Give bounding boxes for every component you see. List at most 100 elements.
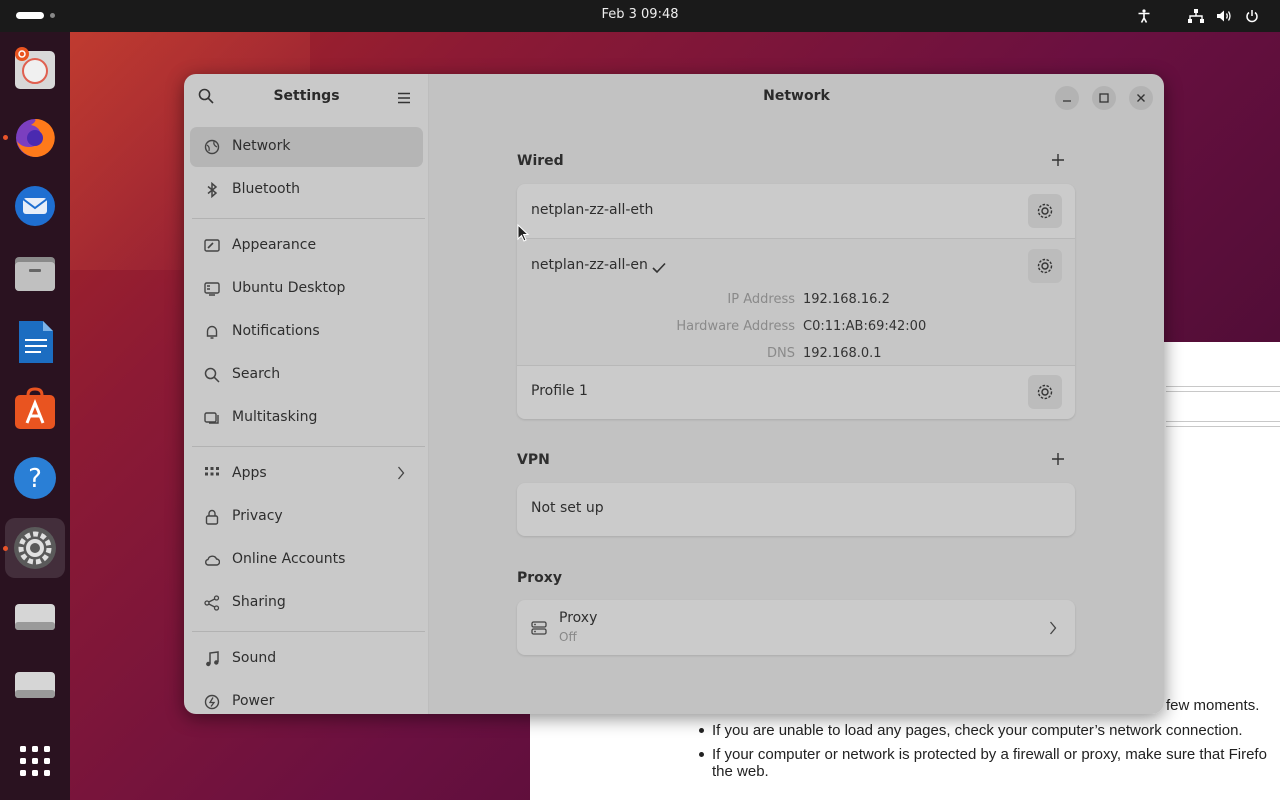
gear-icon [1037, 258, 1053, 274]
apps-grid-icon [20, 746, 50, 776]
dock-item-help[interactable]: ? [5, 447, 65, 507]
sidebar-item-online-accounts[interactable]: Online Accounts [190, 540, 423, 580]
dock-item-drive-2[interactable] [5, 654, 65, 714]
help-icon: ? [14, 457, 56, 499]
wired-connections-card: netplan-zz-all-eth netplan-zz-all-en IP … [517, 184, 1075, 419]
sidebar-item-network[interactable]: Network [190, 127, 423, 167]
sidebar-item-label: Online Accounts [232, 551, 346, 567]
desktop-icon [204, 281, 220, 297]
sidebar-item-power[interactable]: Power [190, 682, 423, 714]
sidebar-item-label: Search [232, 366, 281, 382]
dock-item-files[interactable] [5, 243, 65, 303]
running-indicator [3, 135, 8, 140]
proxy-row[interactable]: Proxy Off [517, 600, 1075, 655]
share-icon [204, 595, 220, 611]
sidebar-divider [192, 218, 425, 219]
hardware-address-label: Hardware Address [676, 319, 795, 334]
drive-icon [15, 672, 55, 698]
proxy-server-icon [531, 620, 547, 639]
browser-divider [1166, 421, 1280, 422]
sidebar-item-label: Power [232, 693, 275, 709]
sidebar-item-label: Privacy [232, 508, 283, 524]
proxy-status: Off [559, 630, 577, 644]
minimize-icon [1063, 100, 1071, 102]
sidebar-item-apps[interactable]: Apps [190, 454, 423, 494]
gear-icon [1037, 203, 1053, 219]
volume-icon[interactable] [1214, 6, 1234, 26]
sidebar-item-ubuntu-desktop[interactable]: Ubuntu Desktop [190, 269, 423, 309]
running-indicator [3, 546, 8, 551]
plus-icon [1052, 154, 1064, 166]
appearance-icon [204, 238, 220, 254]
gear-icon [1037, 384, 1053, 400]
dock: ? [0, 32, 70, 800]
connection-settings-button[interactable] [1028, 249, 1062, 283]
sidebar-item-label: Ubuntu Desktop [232, 280, 346, 296]
connection-row-eth[interactable]: netplan-zz-all-eth [517, 184, 1075, 238]
maximize-button[interactable] [1092, 86, 1116, 110]
thunderbird-icon [15, 186, 55, 226]
sidebar-header: Settings [184, 74, 429, 120]
search-icon [204, 367, 220, 383]
minimize-button[interactable] [1055, 86, 1079, 110]
writer-icon [19, 321, 53, 363]
sidebar-item-sharing[interactable]: Sharing [190, 583, 423, 623]
connection-settings-button[interactable] [1028, 375, 1062, 409]
clock[interactable]: Feb 3 09:48 [0, 7, 1280, 22]
bullet-dot [699, 728, 704, 733]
connection-settings-button[interactable] [1028, 194, 1062, 228]
connected-check-icon [652, 259, 666, 278]
sidebar-item-label: Bluetooth [232, 181, 300, 197]
dock-item-thunderbird[interactable] [5, 175, 65, 235]
browser-divider [1166, 391, 1280, 392]
sidebar-item-label: Apps [232, 465, 267, 481]
files-icon [15, 257, 55, 291]
installer-icon [15, 47, 55, 89]
browser-bullet-text: If you are unable to load any pages, che… [712, 722, 1243, 739]
network-icon [204, 139, 220, 155]
dock-item-writer[interactable] [5, 311, 65, 371]
sidebar-divider [192, 446, 425, 447]
close-button[interactable] [1129, 86, 1153, 110]
add-wired-button[interactable] [1049, 151, 1067, 169]
dock-item-installer[interactable] [5, 39, 65, 99]
bluetooth-icon [204, 182, 220, 198]
svg-text:?: ? [28, 464, 42, 494]
dock-item-drive-1[interactable] [5, 586, 65, 646]
settings-gear-icon [14, 527, 56, 569]
browser-bullet-text: the web. [712, 763, 769, 780]
bell-icon [204, 324, 220, 340]
network-panel: Network Wired netplan-zz-all-eth netplan… [429, 74, 1164, 714]
browser-bullet-text: If your computer or network is protected… [712, 746, 1267, 763]
accessibility-icon[interactable] [1134, 6, 1154, 26]
vpn-section-title: VPN [517, 452, 550, 468]
app-center-icon [15, 387, 55, 429]
settings-window: Settings Network Bluetooth Appearance Ub… [184, 74, 1164, 714]
settings-sidebar: Settings Network Bluetooth Appearance Ub… [184, 74, 429, 714]
sidebar-item-notifications[interactable]: Notifications [190, 312, 423, 352]
vpn-status: Not set up [531, 500, 604, 516]
lock-icon [204, 509, 220, 525]
dock-item-settings[interactable] [3, 518, 65, 578]
close-icon [1137, 94, 1145, 102]
dock-item-app-center[interactable] [5, 379, 65, 439]
maximize-icon [1099, 93, 1109, 103]
dns-label: DNS [767, 346, 795, 361]
power-menu-icon[interactable] [1242, 6, 1262, 26]
system-tray[interactable] [1126, 0, 1280, 32]
dns-value: 192.168.0.1 [803, 346, 882, 361]
network-wired-icon[interactable] [1186, 6, 1206, 26]
connection-row-profile[interactable]: Profile 1 [517, 366, 1075, 419]
sidebar-item-search[interactable]: Search [190, 355, 423, 395]
top-bar: Feb 3 09:48 [0, 0, 1280, 32]
dock-item-firefox[interactable] [3, 107, 65, 167]
sidebar-item-sound[interactable]: Sound [190, 639, 423, 679]
show-apps-button[interactable] [5, 731, 65, 791]
sidebar-item-bluetooth[interactable]: Bluetooth [190, 170, 423, 210]
connection-row-en[interactable]: netplan-zz-all-en IP Address 192.168.16.… [517, 239, 1075, 365]
hamburger-menu-icon[interactable] [398, 89, 412, 105]
sidebar-item-privacy[interactable]: Privacy [190, 497, 423, 537]
sidebar-item-multitasking[interactable]: Multitasking [190, 398, 423, 438]
add-vpn-button[interactable] [1049, 450, 1067, 468]
sidebar-item-appearance[interactable]: Appearance [190, 226, 423, 266]
